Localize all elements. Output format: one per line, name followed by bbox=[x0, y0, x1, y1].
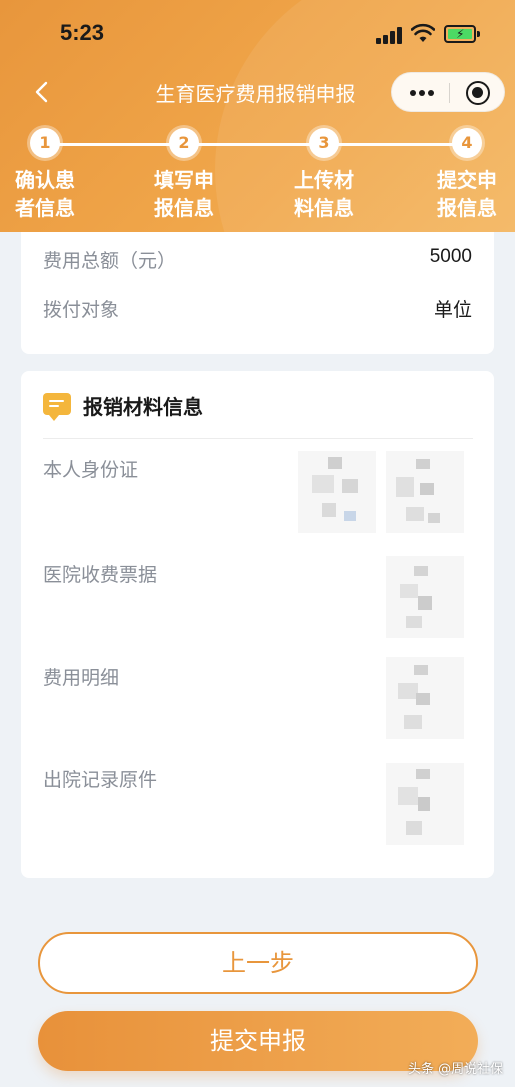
signal-icon bbox=[376, 26, 404, 44]
expense-detail-thumbnail[interactable] bbox=[386, 657, 464, 739]
watermark: 头条 @周说社保 bbox=[408, 1062, 504, 1077]
payee-row: 拨付对象 单位 bbox=[43, 299, 472, 321]
message-icon bbox=[43, 393, 71, 421]
id-card-front-thumbnail[interactable] bbox=[298, 451, 376, 533]
step-progress: 1 确认患者信息 2 填写申报信息 3 上传材料信息 4 提交申报信息 bbox=[0, 128, 515, 228]
status-time: 5:23 bbox=[60, 20, 105, 45]
more-icon[interactable] bbox=[410, 86, 434, 100]
materials-header: 报销材料信息 bbox=[43, 391, 473, 439]
step-1: 1 确认患者信息 bbox=[0, 128, 95, 222]
total-amount-row: 费用总额（元） 5000 bbox=[43, 246, 472, 272]
summary-card: 费用总额（元） 5000 拨付对象 单位 bbox=[21, 232, 494, 354]
materials-card: 报销材料信息 本人身份证 医院收费票据 费用明细 出院记录原件 bbox=[21, 371, 494, 878]
battery-icon: ⚡ bbox=[444, 25, 480, 43]
wifi-icon bbox=[411, 23, 435, 42]
step-4: 4 提交申报信息 bbox=[417, 128, 515, 222]
status-bar: 5:23 ⚡ bbox=[0, 0, 515, 70]
previous-step-button[interactable]: 上一步 bbox=[38, 932, 478, 994]
id-card-back-thumbnail[interactable] bbox=[386, 451, 464, 533]
discharge-record-thumbnail[interactable] bbox=[386, 763, 464, 845]
step-2: 2 填写申报信息 bbox=[134, 128, 234, 222]
nav-bar: 生育医疗费用报销申报 bbox=[0, 70, 515, 114]
close-target-icon[interactable] bbox=[466, 81, 490, 105]
header-banner: 5:23 ⚡ 生育医疗费用报销申报 1 确认患者信息 2 填写申报信息 3 上传… bbox=[0, 0, 515, 232]
mini-program-capsule bbox=[391, 72, 505, 112]
step-3: 3 上传材料信息 bbox=[274, 128, 374, 222]
hospital-receipt-thumbnail[interactable] bbox=[386, 556, 464, 638]
